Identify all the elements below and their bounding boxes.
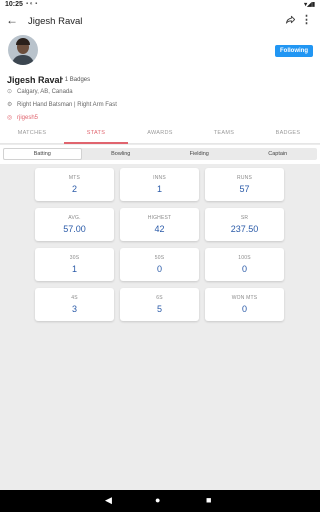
stat-label: INNS — [153, 175, 166, 181]
profile-header: Following Jigesh Raval • 1 Badges ⊙ Calga… — [0, 32, 320, 125]
profile-tabs: MATCHES STATS AWARDS TEAMS BADGES — [0, 125, 320, 144]
stat-card-thirties: 30S 1 — [35, 248, 114, 281]
nav-recents-icon[interactable]: ■ — [206, 495, 211, 505]
stat-value: 57 — [239, 184, 250, 194]
back-arrow-icon[interactable]: ← — [6, 13, 18, 27]
badge-count-label: 1 Badges — [64, 77, 91, 83]
more-options-icon[interactable]: ⋮ — [301, 13, 312, 26]
stat-label: MTS — [68, 175, 81, 181]
stat-value: 0 — [241, 264, 247, 274]
share-icon[interactable] — [285, 14, 296, 28]
subtab-captain[interactable]: Captain — [239, 148, 318, 160]
stat-value: 237.50 — [230, 224, 259, 234]
stat-value: 57.00 — [63, 224, 86, 234]
cricket-role-icon: ⚙ — [7, 102, 13, 108]
player-name: Jigesh Raval — [7, 75, 63, 85]
status-notification-icons: ▪ ◐ ▪ — [26, 1, 38, 7]
stat-card-hundreds: 100S 0 — [205, 248, 284, 281]
stat-card-innings: INNS 1 — [120, 168, 199, 201]
status-system-icons: ▾◢▮ — [304, 2, 315, 8]
tab-teams[interactable]: TEAMS — [192, 125, 256, 144]
stat-card-matches: MTS 2 — [35, 168, 114, 201]
tab-awards[interactable]: AWARDS — [128, 125, 192, 144]
system-navigation-bar: ◀ ● ■ — [0, 490, 320, 512]
app-bar: ← Jigesh Raval ⋮ — [0, 10, 320, 32]
tab-matches[interactable]: MATCHES — [0, 125, 64, 144]
stat-value: 1 — [156, 184, 162, 194]
stat-label: RUNS — [237, 175, 252, 181]
stat-value: 0 — [156, 264, 162, 274]
subtab-fielding[interactable]: Fielding — [160, 148, 239, 160]
stat-label: 4S — [71, 295, 78, 301]
stat-label: AVG. — [68, 215, 81, 221]
stat-card-won-matches: WON MTS 0 — [205, 288, 284, 321]
stat-label: 50S — [154, 255, 165, 261]
stat-card-highest: HIGHEST 42 — [120, 208, 199, 241]
stat-label: HIGHEST — [147, 215, 172, 221]
instagram-icon: ◎ — [7, 115, 13, 121]
following-button[interactable]: Following — [275, 45, 313, 57]
stat-card-sixes: 6S 5 — [120, 288, 199, 321]
nav-home-icon[interactable]: ● — [155, 495, 160, 505]
status-bar: 10:25 ▪ ◐ ▪ ▾◢▮ — [0, 0, 320, 10]
stat-card-fours: 4S 3 — [35, 288, 114, 321]
stats-subtabs: Batting Bowling Fielding Captain — [0, 145, 320, 164]
stat-label: 30S — [69, 255, 80, 261]
stat-value: 5 — [156, 304, 162, 314]
nav-back-icon[interactable]: ◀ — [105, 495, 112, 506]
status-time: 10:25 — [5, 1, 23, 8]
subtab-bowling[interactable]: Bowling — [82, 148, 161, 160]
stat-card-strike-rate: SR 237.50 — [205, 208, 284, 241]
page-title: Jigesh Raval — [28, 16, 83, 27]
handle-row[interactable]: ◎ rjigesh5 — [7, 114, 38, 121]
subtab-track: Batting Bowling Fielding Captain — [3, 148, 317, 160]
handle-link[interactable]: rjigesh5 — [17, 115, 38, 121]
stat-value: 0 — [241, 304, 247, 314]
stat-label: 100S — [238, 255, 251, 261]
stat-card-average: AVG. 57.00 — [35, 208, 114, 241]
stat-label: WON MTS — [231, 295, 258, 301]
stat-value: 42 — [154, 224, 165, 234]
role-row: ⚙ Right Hand Batsman | Right Arm Fast — [7, 101, 117, 108]
stat-value: 1 — [71, 264, 77, 274]
location-pin-icon: ⊙ — [7, 89, 13, 95]
avatar — [8, 35, 38, 65]
stat-label: 6S — [156, 295, 163, 301]
location-row: ⊙ Calgary, AB, Canada — [7, 88, 73, 95]
stat-label: SR — [240, 215, 249, 221]
tab-badges[interactable]: BADGES — [256, 125, 320, 144]
stat-card-fifties: 50S 0 — [120, 248, 199, 281]
subtab-batting[interactable]: Batting — [3, 148, 82, 160]
stat-card-runs: RUNS 57 — [205, 168, 284, 201]
badge-count[interactable]: • 1 Badges — [61, 77, 90, 83]
stat-value: 3 — [71, 304, 77, 314]
tab-stats[interactable]: STATS — [64, 125, 128, 144]
role-text: Right Hand Batsman | Right Arm Fast — [17, 102, 117, 108]
stat-value: 2 — [71, 184, 77, 194]
location-text: Calgary, AB, Canada — [17, 89, 73, 95]
